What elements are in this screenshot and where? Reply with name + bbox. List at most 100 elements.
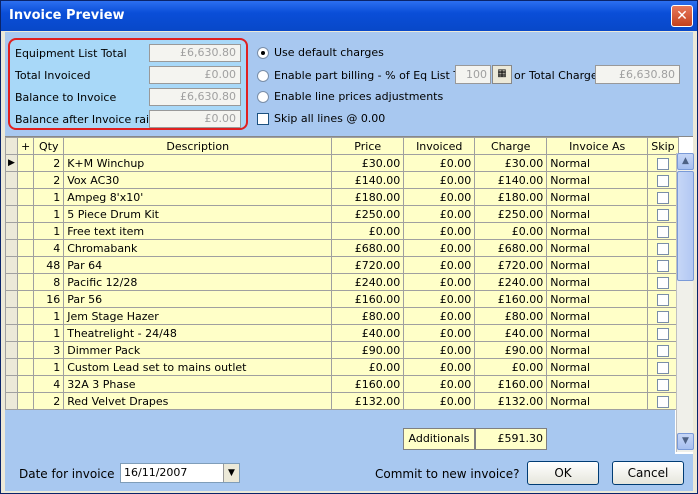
cell-charge[interactable]: £250.00 [474, 205, 548, 223]
skip-checkbox[interactable] [656, 344, 669, 357]
skip-checkbox[interactable] [656, 242, 669, 255]
cell-description[interactable]: Ampeg 8'x10' [63, 188, 333, 206]
cell-skip[interactable] [647, 239, 679, 257]
table-row[interactable]: 1 Jem Stage Hazer £80.00 £0.00 £80.00 Normal [5, 307, 679, 325]
table-row[interactable]: 48 Par 64 £720.00 £0.00 £720.00 Normal [5, 256, 679, 274]
cell-invoice-as[interactable]: Normal [546, 205, 649, 223]
cell-skip[interactable] [647, 188, 679, 206]
cancel-button[interactable]: Cancel [612, 461, 684, 485]
table-row[interactable]: 2 Red Velvet Drapes £132.00 £0.00 £132.00 Nor… [5, 392, 679, 410]
cell-invoiced[interactable]: £0.00 [403, 188, 476, 206]
cell-qty[interactable]: 1 [33, 188, 65, 206]
col-description[interactable]: Description [63, 137, 333, 155]
row-indicator[interactable] [5, 341, 18, 359]
cell-price[interactable]: £90.00 [331, 341, 405, 359]
cell-price[interactable]: £80.00 [331, 307, 405, 325]
cell-price[interactable]: £720.00 [331, 256, 405, 274]
calculator-icon[interactable]: ▦ [492, 65, 512, 84]
cell-plus[interactable] [16, 256, 35, 274]
title-bar[interactable]: Invoice Preview ✕ [1, 1, 697, 31]
cell-qty[interactable]: 2 [33, 392, 65, 410]
cell-qty[interactable]: 48 [33, 256, 65, 274]
cell-description[interactable]: Par 56 [63, 290, 333, 308]
cell-qty[interactable]: 1 [33, 324, 65, 342]
cell-invoice-as[interactable]: Normal [546, 222, 649, 240]
scroll-down-icon[interactable]: ▼ [677, 433, 694, 450]
table-row[interactable]: 15 Piece Drum Kit £250.00 £0.00 £250.00 Norm… [5, 205, 679, 223]
date-picker[interactable]: 16/11/2007 ▼ [120, 463, 240, 483]
cell-price[interactable]: £140.00 [331, 171, 405, 189]
cell-qty[interactable]: 2 [33, 154, 65, 172]
table-row[interactable]: 16 Par 56 £160.00 £0.00 £160.00 Normal [5, 290, 679, 308]
cell-invoiced[interactable]: £0.00 [403, 307, 476, 325]
cell-qty[interactable]: 4 [33, 239, 65, 257]
row-indicator[interactable] [5, 324, 18, 342]
cell-skip[interactable] [647, 358, 679, 376]
cell-invoiced[interactable]: £0.00 [403, 273, 476, 291]
row-indicator[interactable] [5, 290, 18, 308]
cell-invoiced[interactable]: £0.00 [403, 341, 476, 359]
cell-invoiced[interactable]: £0.00 [403, 256, 476, 274]
col-invoice-as[interactable]: Invoice As [546, 137, 649, 155]
skip-checkbox[interactable] [656, 259, 669, 272]
col-price[interactable]: Price [331, 137, 405, 155]
radio-icon[interactable] [257, 91, 269, 103]
skip-checkbox[interactable] [656, 395, 669, 408]
row-indicator[interactable] [5, 256, 18, 274]
skip-checkbox[interactable] [656, 293, 669, 306]
cell-description[interactable]: Vox AC30 [63, 171, 333, 189]
cell-skip[interactable] [647, 324, 679, 342]
row-indicator[interactable] [5, 273, 18, 291]
scroll-up-icon[interactable]: ▲ [677, 153, 694, 170]
table-row[interactable]: 8 Pacific 12/28 £240.00 £0.00 £240.00 Normal [5, 273, 679, 291]
cell-charge[interactable]: £0.00 [474, 358, 548, 376]
skip-checkbox[interactable] [656, 208, 669, 221]
cell-invoice-as[interactable]: Normal [546, 307, 649, 325]
table-row[interactable]: 1 Free text item £0.00 £0.00 £0.00 Normal [5, 222, 679, 240]
cell-description[interactable]: Jem Stage Hazer [63, 307, 333, 325]
table-row[interactable]: 1 Custom Lead set to mains outlet £0.00 £0.… [5, 358, 679, 376]
cell-skip[interactable] [647, 205, 679, 223]
cell-invoice-as[interactable]: Normal [546, 290, 649, 308]
cell-invoiced[interactable]: £0.00 [403, 205, 476, 223]
row-indicator[interactable] [5, 205, 18, 223]
total-charge-input[interactable]: £6,630.80 [595, 65, 680, 84]
cell-qty[interactable]: 1 [33, 307, 65, 325]
cell-price[interactable]: £240.00 [331, 273, 405, 291]
cell-invoice-as[interactable]: Normal [546, 375, 649, 393]
table-row[interactable]: ▶ 2 K+M Winchup £30.00 £0.00 £30.00 Normal [5, 154, 679, 172]
cell-skip[interactable] [647, 171, 679, 189]
row-indicator[interactable] [5, 375, 18, 393]
cell-skip[interactable] [647, 290, 679, 308]
cell-description[interactable]: K+M Winchup [63, 154, 333, 172]
skip-checkbox[interactable] [656, 191, 669, 204]
cell-qty[interactable]: 2 [33, 171, 65, 189]
cell-price[interactable]: £30.00 [331, 154, 405, 172]
cell-invoiced[interactable]: £0.00 [403, 154, 476, 172]
row-indicator[interactable] [5, 358, 18, 376]
cell-charge[interactable]: £40.00 [474, 324, 548, 342]
cell-charge[interactable]: £90.00 [474, 341, 548, 359]
skip-checkbox[interactable] [656, 310, 669, 323]
cell-charge[interactable]: £0.00 [474, 222, 548, 240]
cell-plus[interactable] [16, 239, 35, 257]
col-plus[interactable]: + [16, 137, 35, 155]
cell-invoice-as[interactable]: Normal [546, 239, 649, 257]
cell-price[interactable]: £40.00 [331, 324, 405, 342]
cell-invoice-as[interactable]: Normal [546, 273, 649, 291]
row-indicator[interactable] [5, 171, 18, 189]
vertical-scrollbar[interactable]: ▲ ▼ [676, 153, 694, 452]
cell-plus[interactable] [16, 154, 35, 172]
table-row[interactable]: 1 Ampeg 8'x10' £180.00 £0.00 £180.00 Normal [5, 188, 679, 206]
cell-charge[interactable]: £30.00 [474, 154, 548, 172]
cell-invoice-as[interactable]: Normal [546, 358, 649, 376]
table-row[interactable]: 4 Chromabank £680.00 £0.00 £680.00 Normal [5, 239, 679, 257]
skip-checkbox[interactable] [656, 361, 669, 374]
cell-price[interactable]: £250.00 [331, 205, 405, 223]
cell-price[interactable]: £180.00 [331, 188, 405, 206]
cell-invoiced[interactable]: £0.00 [403, 392, 476, 410]
cell-skip[interactable] [647, 307, 679, 325]
table-row[interactable]: 4 32A 3 Phase £160.00 £0.00 £160.00 Normal [5, 375, 679, 393]
cell-invoiced[interactable]: £0.00 [403, 324, 476, 342]
cell-description[interactable]: Par 64 [63, 256, 333, 274]
